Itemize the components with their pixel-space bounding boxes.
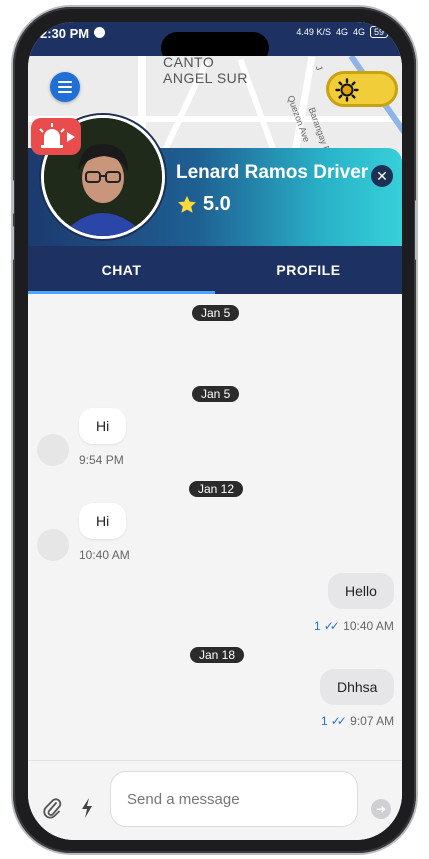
phone-volume-down bbox=[11, 226, 14, 260]
tab-bar: CHAT PROFILE bbox=[28, 246, 402, 294]
arrow-right-icon: ➜ bbox=[375, 802, 387, 816]
message-time: 10:40 AM bbox=[79, 548, 130, 562]
phone-power-button bbox=[415, 200, 418, 260]
message-time: 9:54 PM bbox=[79, 453, 124, 467]
status-time: 2:30 PM bbox=[40, 26, 90, 41]
message-input[interactable] bbox=[111, 772, 357, 826]
battery-icon: 59 bbox=[369, 26, 388, 38]
date-separator: Jan 5 bbox=[192, 386, 240, 402]
message-time: 10:40 AM bbox=[343, 619, 394, 633]
tab-profile[interactable]: PROFILE bbox=[215, 246, 402, 294]
message-status: 1 ✓✓ 10:40 AM bbox=[314, 619, 394, 633]
sun-icon bbox=[335, 78, 359, 102]
sender-avatar bbox=[37, 434, 69, 466]
tab-chat[interactable]: CHAT bbox=[28, 246, 215, 294]
theme-toggle[interactable] bbox=[326, 71, 398, 107]
message-input-box[interactable] bbox=[110, 771, 358, 827]
date-separator: Jan 5 bbox=[192, 305, 240, 321]
map-label-canto: CANTO bbox=[163, 56, 215, 70]
app-screen: 2:30 PM 4.49 K/S 4G 4G 59 CANTO ANGEL SU… bbox=[28, 22, 402, 840]
message-status: 1 ✓✓ 9:07 AM bbox=[321, 714, 394, 728]
message-composer: ➜ bbox=[28, 760, 402, 840]
date-separator: Jan 12 bbox=[189, 481, 244, 497]
close-button[interactable]: ✕ bbox=[371, 165, 393, 187]
attachment-icon[interactable] bbox=[42, 797, 62, 819]
chat-messages[interactable]: Jan 5 Jan 5 Hi 9:54 PM Jan 12 Hi 10:40 A… bbox=[28, 294, 402, 760]
driver-name: Lenard Ramos Driver bbox=[176, 162, 369, 183]
outgoing-message[interactable]: Dhhsa bbox=[320, 669, 395, 705]
read-count: 1 bbox=[321, 714, 328, 728]
message-time: 9:07 AM bbox=[350, 714, 395, 728]
map-street-j: J bbox=[313, 64, 325, 72]
menu-button[interactable] bbox=[50, 72, 80, 102]
close-icon: ✕ bbox=[376, 168, 388, 184]
network-speed: 4.49 K/S bbox=[296, 27, 331, 37]
double-check-icon: ✓✓ bbox=[323, 619, 340, 633]
send-button[interactable]: ➜ bbox=[371, 799, 391, 819]
sender-avatar bbox=[37, 529, 69, 561]
phone-volume-up bbox=[11, 180, 14, 214]
driver-rating: 5.0 bbox=[203, 193, 231, 215]
map-street-barangay: Barangay R bbox=[306, 106, 333, 155]
signal-4g-1: 4G bbox=[335, 27, 348, 37]
quick-reply-icon[interactable] bbox=[80, 797, 94, 819]
incoming-message[interactable]: Hi bbox=[79, 503, 127, 539]
map-label-angel-sur: ANGEL SUR bbox=[163, 70, 248, 86]
date-separator: Jan 18 bbox=[190, 647, 245, 663]
signal-4g-2: 4G bbox=[352, 27, 365, 37]
read-count: 1 bbox=[314, 619, 321, 633]
outgoing-message[interactable]: Hello bbox=[328, 573, 394, 609]
messenger-notification-icon bbox=[94, 27, 105, 38]
siren-icon bbox=[39, 123, 75, 148]
hamburger-icon bbox=[58, 81, 72, 83]
double-check-icon: ✓✓ bbox=[330, 714, 347, 728]
incoming-message[interactable]: Hi bbox=[79, 408, 127, 444]
star-icon bbox=[178, 195, 196, 213]
status-right: 4.49 K/S 4G 4G 59 bbox=[296, 26, 388, 38]
sos-button[interactable] bbox=[31, 118, 81, 155]
